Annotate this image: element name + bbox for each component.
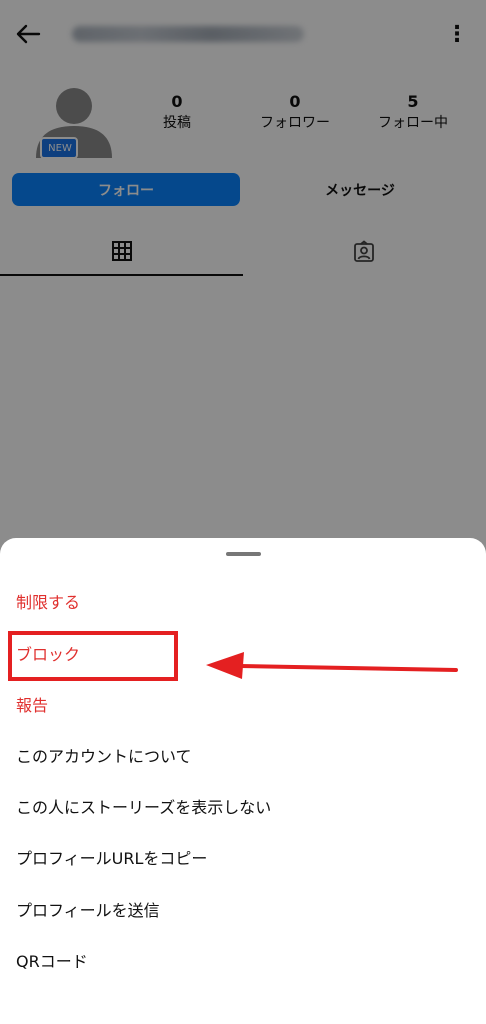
- drag-handle[interactable]: [226, 552, 261, 556]
- menu-item-copy-profile-url[interactable]: プロフィールURLをコピー: [16, 839, 470, 879]
- menu-item-report[interactable]: 報告: [16, 686, 470, 726]
- menu-item-hide-stories[interactable]: この人にストーリーズを表示しない: [16, 788, 470, 828]
- menu-item-restrict[interactable]: 制限する: [16, 583, 470, 623]
- menu-item-qr-code[interactable]: QRコード: [16, 942, 470, 982]
- menu-item-share-profile[interactable]: プロフィールを送信: [16, 891, 470, 931]
- annotation-arrow-icon: [206, 652, 458, 679]
- bottom-sheet-menu: 制限する ブロック 報告 このアカウントについて この人にストーリーズを表示しな…: [0, 538, 486, 1024]
- menu-item-about-account[interactable]: このアカウントについて: [16, 737, 470, 777]
- annotation-highlight-box: [8, 631, 178, 681]
